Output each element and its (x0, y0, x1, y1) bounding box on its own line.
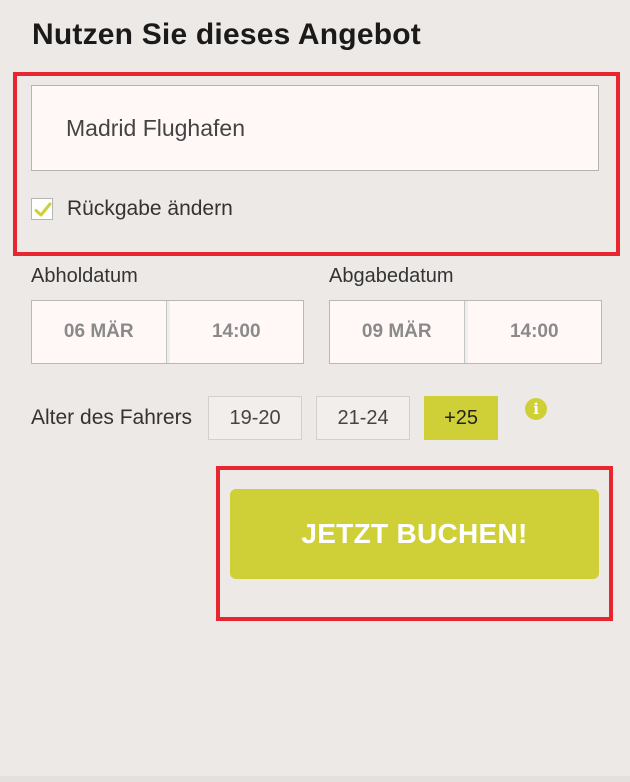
dropoff-time-field[interactable]: 14:00 (464, 301, 601, 363)
driver-age-label: Alter des Fahrers (31, 406, 193, 429)
age-option-19-20[interactable]: 19-20 (208, 396, 303, 440)
driver-age-selector: Alter des Fahrers 19-20 21-24 +25 i (31, 396, 548, 440)
pickup-time-field[interactable]: 14:00 (166, 301, 303, 363)
dropoff-datetime: 09 MÄR 14:00 (329, 300, 602, 364)
bottom-divider (0, 776, 630, 782)
info-icon[interactable]: i (525, 398, 548, 420)
age-option-25-plus[interactable]: +25 (424, 396, 499, 440)
pickup-datetime: 06 MÄR 14:00 (31, 300, 304, 364)
page-title: Nutzen Sie dieses Angebot (32, 18, 421, 51)
pickup-date-label: Abholdatum (31, 265, 138, 287)
dropoff-date-label: Abgabedatum (329, 265, 454, 287)
pickup-date-field[interactable]: 06 MÄR (32, 301, 167, 363)
highlight-frame-book-button (216, 466, 613, 621)
booking-widget: Nutzen Sie dieses Angebot Rückgabe änder… (0, 0, 630, 782)
age-option-21-24[interactable]: 21-24 (316, 396, 411, 440)
dropoff-date-field[interactable]: 09 MÄR (330, 301, 465, 363)
highlight-frame-location (13, 72, 620, 256)
